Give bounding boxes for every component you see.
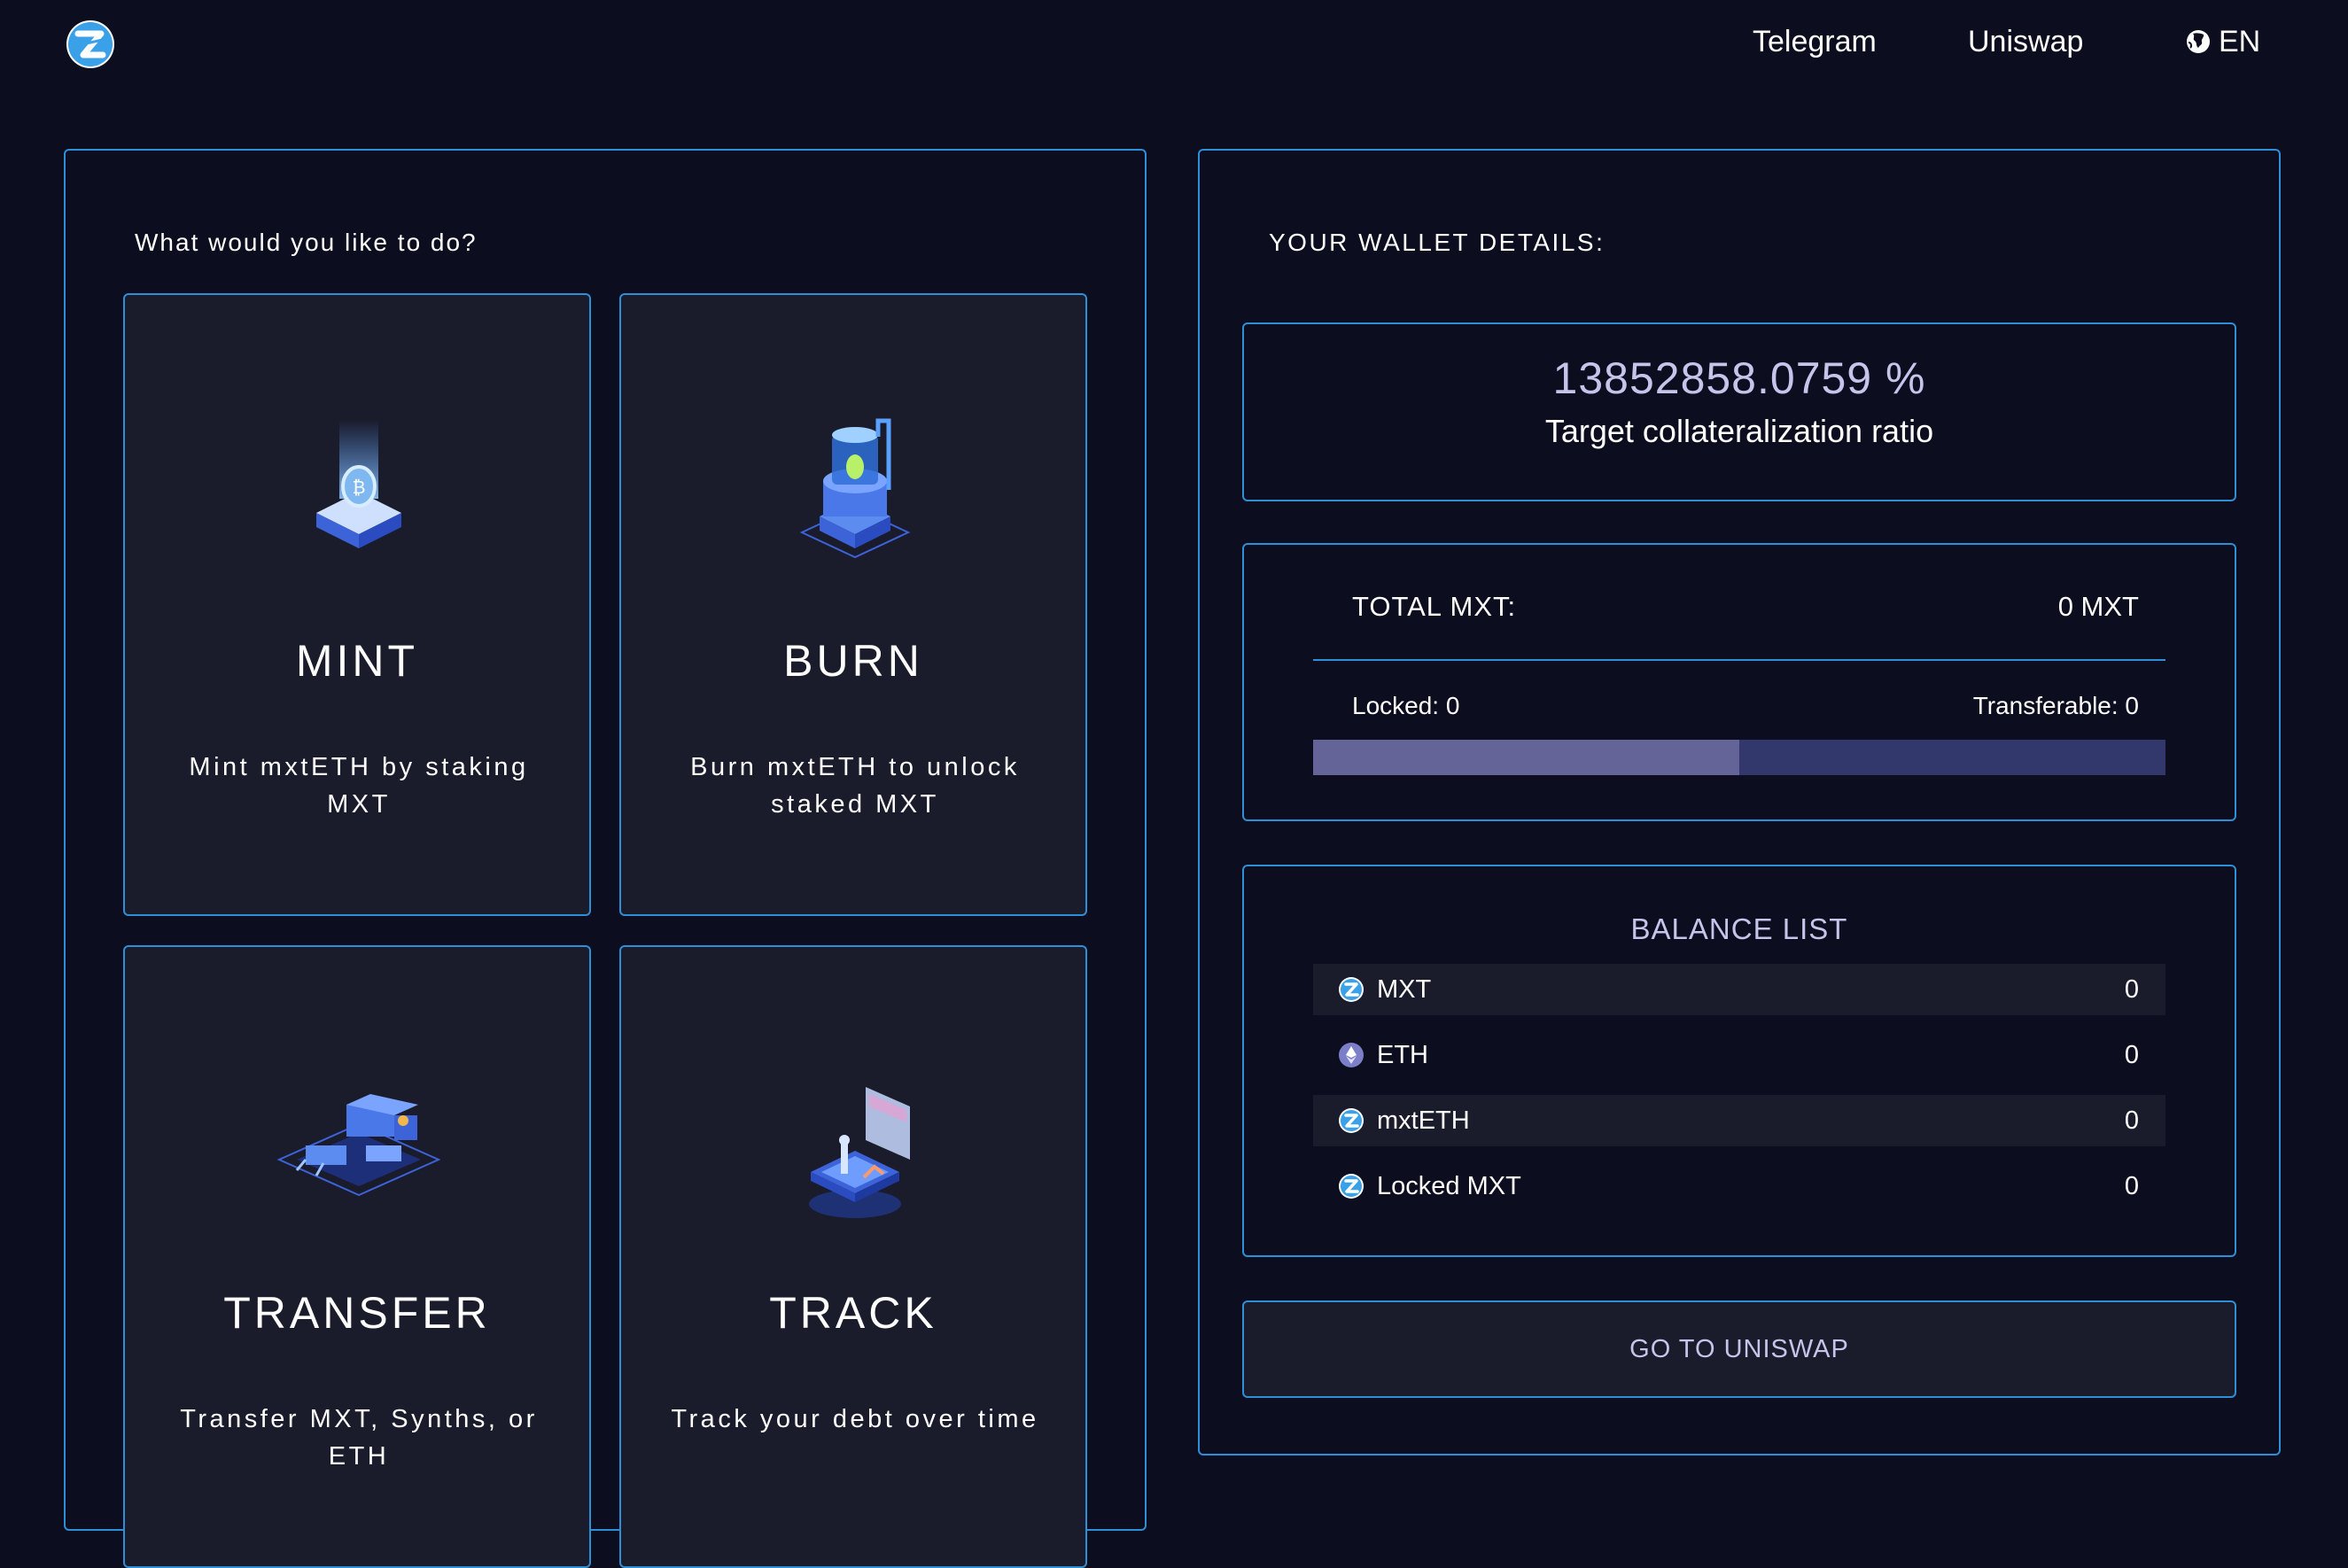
balance-token-amount: 0: [2124, 1040, 2139, 1069]
total-mxt-value: 0 MXT: [2057, 591, 2139, 622]
go-to-uniswap-button[interactable]: GO TO UNISWAP: [1242, 1300, 2236, 1398]
locked-mxt-token-icon: [1339, 1174, 1364, 1199]
balance-token-name: MXT: [1377, 974, 1432, 1004]
mxt-token-icon: [1339, 977, 1364, 1002]
nav-uniswap-link[interactable]: Uniswap: [1968, 19, 2083, 64]
locked-progress-fill: [1313, 740, 1739, 775]
globe-icon: [2187, 30, 2210, 53]
svg-text:₿: ₿: [353, 477, 366, 498]
burn-card-title: BURN: [783, 636, 923, 686]
transfer-card[interactable]: TRANSFER Transfer MXT, Synths, or ETH: [123, 945, 591, 1568]
nav-telegram-link[interactable]: Telegram: [1753, 19, 1877, 64]
mint-card[interactable]: ₿ MINT Mint mxtETH by staking MXT: [123, 293, 591, 916]
app-logo-icon[interactable]: [66, 19, 115, 69]
total-mxt-box: TOTAL MXT: 0 MXT Locked: 0 Transferable:…: [1242, 543, 2236, 821]
transfer-card-title: TRANSFER: [223, 1288, 491, 1338]
total-divider: [1313, 659, 2165, 661]
track-illustration-icon: [809, 1087, 910, 1218]
locked-amount: Locked: 0: [1352, 692, 1460, 719]
actions-panel: What would you like to do? ₿ MINT Mint m…: [64, 149, 1147, 1568]
balance-row-eth: ETH 0: [1313, 1029, 2165, 1081]
wallet-panel: YOUR WALLET DETAILS: 13852858.0759 % Tar…: [1198, 149, 2281, 1455]
actions-heading: What would you like to do?: [135, 229, 478, 256]
balance-list-title: BALANCE LIST: [1630, 912, 1848, 945]
total-mxt-label: TOTAL MXT:: [1352, 591, 1517, 622]
language-label: EN: [2219, 25, 2261, 58]
language-selector[interactable]: EN: [2185, 19, 2260, 64]
balance-list-box: BALANCE LIST MXT 0 ETH 0 mxtETH 0 Locked…: [1242, 865, 2236, 1257]
collateralization-ratio-label: Target collateralization ratio: [1544, 413, 1934, 449]
balance-token-amount: 0: [2124, 1171, 2139, 1200]
balance-row-mxteth: mxtETH 0: [1313, 1095, 2165, 1146]
burn-illustration-icon: [799, 418, 911, 559]
burn-card-description: Burn mxtETH to unlock staked MXT: [690, 753, 1020, 819]
balance-row-mxt: MXT 0: [1313, 964, 2165, 1015]
track-card-title: TRACK: [769, 1288, 937, 1338]
balance-token-name: mxtETH: [1377, 1106, 1470, 1135]
mint-card-description: Mint mxtETH by staking MXT: [189, 753, 529, 819]
top-header: Telegram Uniswap EN: [0, 0, 2348, 89]
balance-token-name: ETH: [1377, 1040, 1428, 1069]
balance-token-amount: 0: [2124, 1106, 2139, 1135]
wallet-heading: YOUR WALLET DETAILS:: [1269, 229, 1606, 256]
balance-token-amount: 0: [2124, 974, 2139, 1004]
track-card-description: Track your debt over time: [671, 1405, 1039, 1433]
transferable-amount: Transferable: 0: [1972, 692, 2139, 719]
transfer-card-description: Transfer MXT, Synths, or ETH: [180, 1405, 538, 1471]
locked-progress-bar: [1313, 740, 2165, 775]
mxteth-token-icon: [1339, 1108, 1364, 1133]
balance-list: MXT 0 ETH 0 mxtETH 0 Locked MXT 0: [1313, 964, 2165, 1226]
eth-token-icon: [1339, 1043, 1364, 1067]
track-card[interactable]: TRACK Track your debt over time: [619, 945, 1087, 1568]
collateralization-ratio-value: 13852858.0759 %: [1552, 353, 1926, 403]
transfer-illustration-icon: [276, 1094, 441, 1197]
burn-card[interactable]: BURN Burn mxtETH to unlock staked MXT: [619, 293, 1087, 916]
balance-row-locked-mxt: Locked MXT 0: [1313, 1160, 2165, 1212]
mint-illustration-icon: ₿: [316, 419, 401, 548]
mint-card-title: MINT: [295, 636, 419, 686]
balance-token-name: Locked MXT: [1377, 1171, 1521, 1200]
collateralization-ratio-box: 13852858.0759 % Target collateralization…: [1242, 322, 2236, 501]
